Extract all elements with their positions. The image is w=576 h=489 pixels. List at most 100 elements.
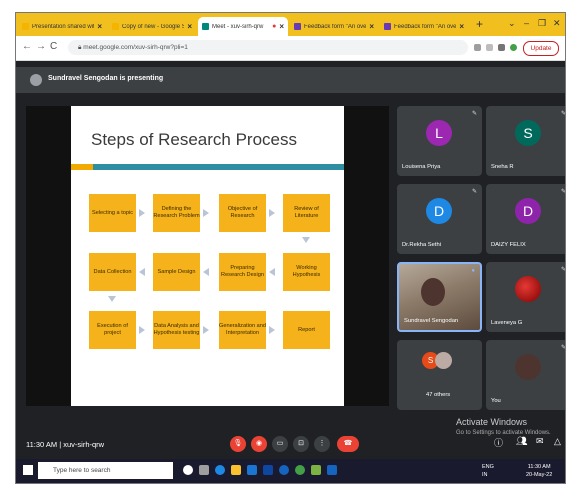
arrow-right-icon (269, 209, 275, 217)
close-icon[interactable]: × (369, 22, 374, 31)
arrow-right-icon (139, 209, 145, 217)
store-icon[interactable] (247, 465, 257, 475)
lock-icon: 🔒︎ (78, 44, 82, 51)
forms-icon (384, 23, 391, 30)
participant-tile[interactable]: ✎ S Sneha R (486, 106, 565, 176)
window-close-icon[interactable]: ✕ (553, 18, 561, 29)
participant-tile[interactable]: ✎ L Louisena Priya (397, 106, 482, 176)
chrome-icon[interactable] (295, 465, 305, 475)
mic-off-icon: ✎ (560, 267, 566, 273)
step-box: Data Collection (89, 253, 136, 291)
new-tab-button[interactable]: + (476, 17, 483, 31)
participant-tile[interactable]: ✎ D Dr.Rekha Sethi (397, 184, 482, 254)
participant-tile[interactable]: ✎ You (486, 340, 566, 410)
slide-title: Steps of Research Process (91, 130, 297, 149)
avatar (515, 354, 541, 380)
step-box: Selecting a topic (89, 194, 136, 232)
avatar: D (426, 198, 452, 224)
meeting-info: 11:30 AM | xuv-sirh-qrw (26, 440, 105, 449)
url-field[interactable]: 🔒︎ meet.google.com/xuv-sirh-qrw?pli=1 (68, 40, 468, 55)
arrow-right-icon (203, 209, 209, 217)
close-icon[interactable]: × (97, 22, 102, 31)
presentation-stage: Steps of Research Process Selecting a to… (26, 106, 389, 406)
taskbar-search[interactable]: Type here to search (38, 462, 173, 479)
presenter-video (421, 278, 445, 306)
step-box: Preparing Research Design (219, 253, 266, 291)
slides-icon (22, 23, 29, 30)
arrow-right-icon (203, 326, 209, 334)
participant-tile[interactable]: ✎ D DAIZY FELIX (486, 184, 565, 254)
tab-presentation[interactable]: Presentation shared with yo × (18, 17, 106, 36)
more-options-button[interactable]: ⋮ (314, 436, 330, 452)
participant-tile[interactable]: ✎ Laveneya G (486, 262, 566, 332)
step-box: Execution of project (89, 311, 136, 349)
system-tray[interactable]: ENG IN (482, 463, 494, 479)
avatar (435, 352, 452, 369)
file-explorer-icon[interactable] (231, 465, 241, 475)
minimize-icon[interactable]: – (524, 18, 529, 28)
forward-icon[interactable]: → (36, 41, 46, 52)
task-view-icon[interactable] (199, 465, 209, 475)
arrow-left-icon (139, 268, 145, 276)
participant-tile[interactable]: ● Sundravel Sengodan (397, 262, 482, 332)
arrow-left-icon (203, 268, 209, 276)
restore-icon[interactable]: ❐ (538, 18, 546, 29)
tab-feedback-form-1[interactable]: Feedback form "An overvie × (290, 17, 378, 36)
close-icon[interactable]: × (279, 22, 284, 31)
mic-off-icon: ✎ (471, 189, 477, 195)
slides-icon (112, 23, 119, 30)
people-icon[interactable]: 👥︎ (516, 436, 527, 447)
info-icon[interactable]: ⓘ (494, 436, 503, 449)
presenting-banner: Sundravel Sengodan is presenting (16, 67, 565, 93)
back-icon[interactable]: ← (22, 41, 32, 52)
slide-divider (71, 164, 344, 170)
participant-tile[interactable]: S 47 others (397, 340, 482, 410)
end-call-button[interactable]: ☎ (337, 436, 359, 452)
arrow-down-icon (108, 296, 116, 302)
mic-off-icon: ✎ (560, 345, 566, 351)
arrow-right-icon (139, 326, 145, 334)
chevron-down-icon[interactable]: ⌄ (508, 18, 516, 29)
taskbar: Type here to search ENG IN 11:30 AM 20-M… (16, 459, 565, 483)
browser-window: Presentation shared with yo × Copy of ne… (15, 12, 566, 484)
avatar: D (515, 198, 541, 224)
taskbar-clock[interactable]: 11:30 AM 20-May-22 (526, 463, 552, 479)
browser-app-icon[interactable] (279, 465, 289, 475)
arrow-down-icon (302, 237, 310, 243)
step-box: Sample Design (153, 253, 200, 291)
tab-meet[interactable]: Meet - xuv-sirh-qrw ● × (198, 17, 288, 36)
close-icon[interactable]: × (459, 22, 464, 31)
app-icon[interactable] (311, 465, 321, 475)
recording-dot-icon: ● (272, 23, 277, 30)
step-box: Defining the Research Problem (153, 194, 200, 232)
chat-icon[interactable]: ✉ (536, 436, 544, 447)
activities-icon[interactable]: △ (554, 436, 561, 447)
tab-strip: Presentation shared with yo × Copy of ne… (16, 13, 565, 36)
camera-icon[interactable] (474, 44, 481, 51)
star-icon[interactable] (498, 44, 505, 51)
step-box: Generalization and Interpretation (219, 311, 266, 349)
meet-icon (202, 23, 209, 30)
cortana-icon[interactable] (183, 465, 193, 475)
tab-feedback-form-2[interactable]: Feedback form "An overvie × (380, 17, 468, 36)
address-bar: ← → C 🔒︎ meet.google.com/xuv-sirh-qrw?pl… (16, 36, 565, 61)
reload-icon[interactable]: C (50, 41, 57, 52)
mic-off-button[interactable]: 🎙︎ (230, 436, 246, 452)
edge-icon[interactable] (215, 465, 225, 475)
present-button[interactable]: ⊡ (293, 436, 309, 452)
captions-button[interactable]: ▭ (272, 436, 288, 452)
arrow-right-icon (269, 326, 275, 334)
step-box: Objective of Research (219, 194, 266, 232)
step-box: Review of Literature (283, 194, 330, 232)
profile-avatar[interactable] (510, 44, 517, 51)
speaking-icon: ● (471, 268, 475, 274)
update-button[interactable]: Update (523, 41, 559, 56)
word-icon[interactable] (327, 465, 337, 475)
mail-icon[interactable] (263, 465, 273, 475)
windows-start-icon[interactable] (23, 465, 33, 475)
share-icon[interactable] (486, 44, 493, 51)
slide: Steps of Research Process Selecting a to… (71, 106, 344, 406)
tab-google-slides[interactable]: Copy of new - Google Slides × (108, 17, 196, 36)
close-icon[interactable]: × (187, 22, 192, 31)
camera-off-button[interactable]: ◉ (251, 436, 267, 452)
